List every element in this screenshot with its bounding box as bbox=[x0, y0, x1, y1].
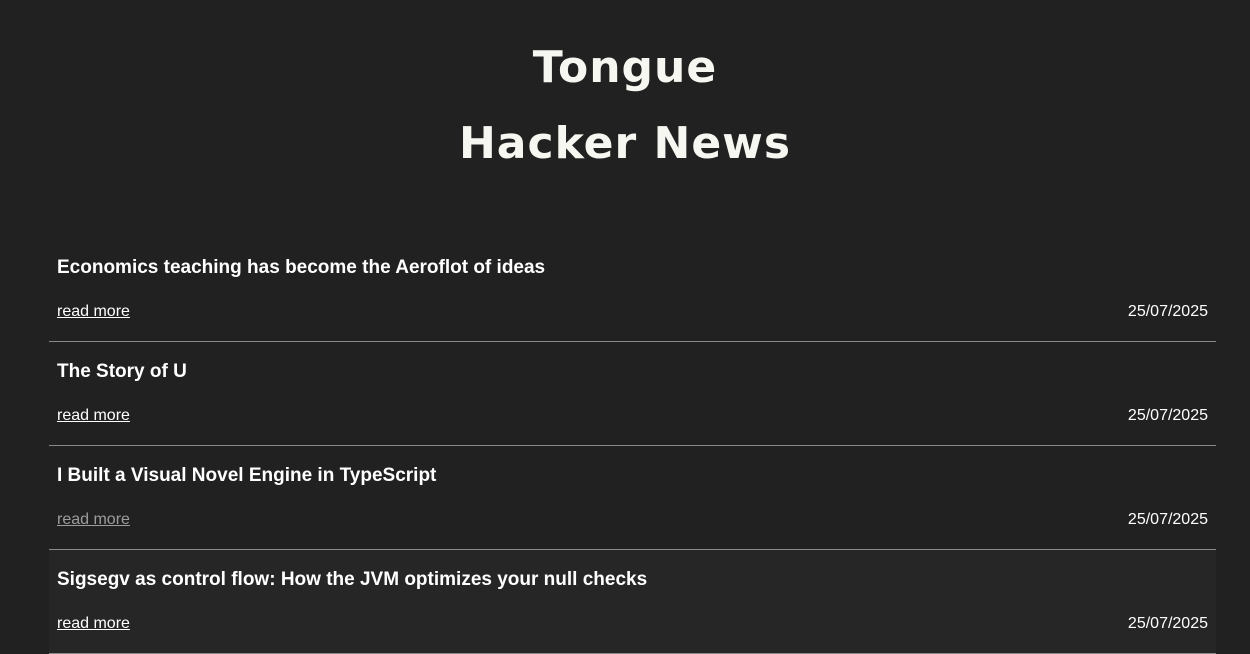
read-more-link[interactable]: read more bbox=[57, 614, 130, 634]
article-date: 25/07/2025 bbox=[1127, 303, 1208, 320]
article-title: The Story of U bbox=[57, 361, 187, 382]
read-more-link[interactable]: read more bbox=[57, 406, 130, 426]
article-date: 25/07/2025 bbox=[1127, 511, 1208, 528]
article-item: Economics teaching has become the Aerofl… bbox=[49, 238, 1216, 342]
article-list: Economics teaching has become the Aerofl… bbox=[49, 238, 1216, 654]
article-title: Economics teaching has become the Aerofl… bbox=[57, 257, 546, 278]
page-header: Tongue Hacker News bbox=[0, 0, 1250, 182]
article-title: Sigsegv as control flow: How the JVM opt… bbox=[57, 569, 648, 590]
site-title-tongue: Tongue bbox=[532, 42, 718, 93]
article-item: I Built a Visual Novel Engine in TypeScr… bbox=[49, 446, 1216, 550]
read-more-link[interactable]: read more bbox=[57, 510, 130, 530]
article-item: Sigsegv as control flow: How the JVM opt… bbox=[49, 550, 1216, 654]
article-date: 25/07/2025 bbox=[1127, 407, 1208, 424]
read-more-link[interactable]: read more bbox=[57, 302, 130, 322]
article-item: The Story of U read more 25/07/2025 bbox=[49, 342, 1216, 446]
article-date: 25/07/2025 bbox=[1127, 615, 1208, 632]
site-title-hacker-news: Hacker News bbox=[458, 118, 792, 169]
article-title: I Built a Visual Novel Engine in TypeScr… bbox=[57, 465, 437, 486]
